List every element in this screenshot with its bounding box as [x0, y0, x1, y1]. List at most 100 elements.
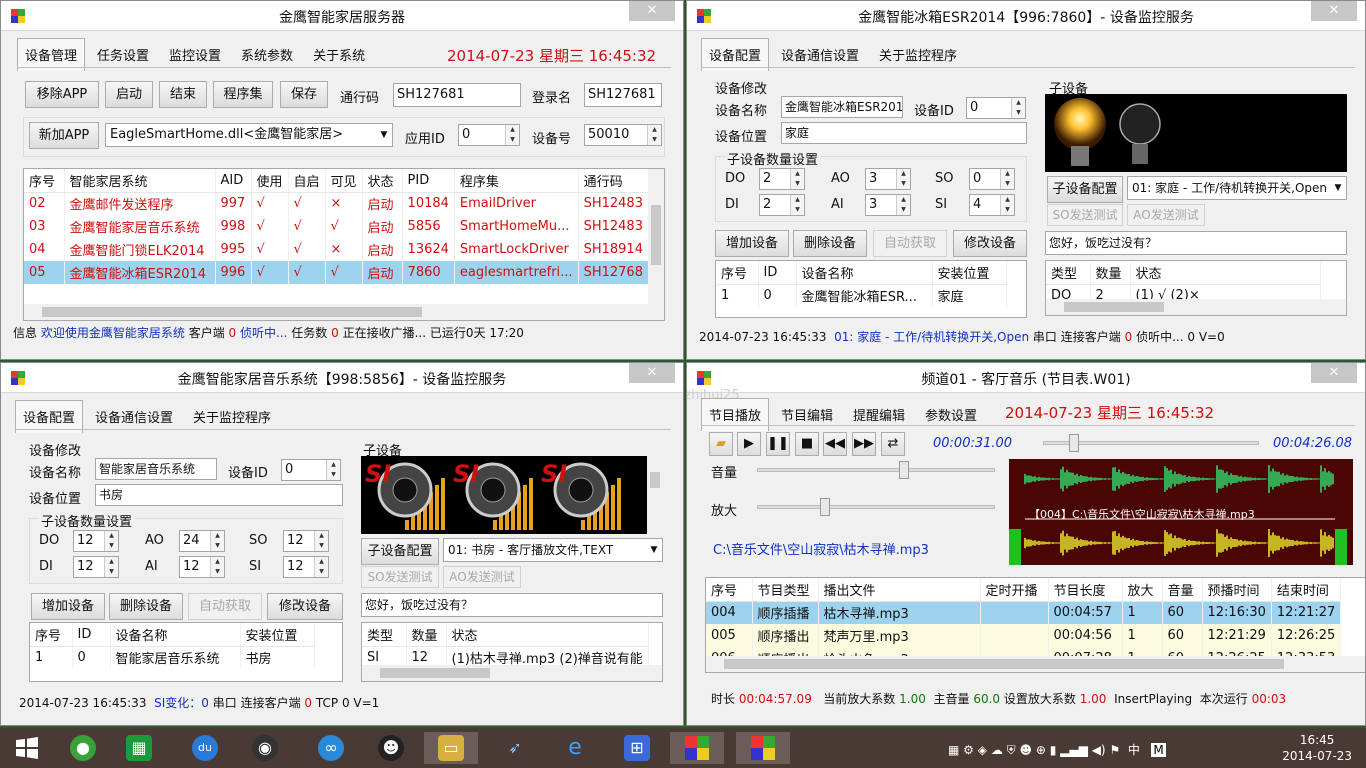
- stepper-arrows-icon[interactable]: ▲ ▼: [505, 125, 519, 145]
- column-header[interactable]: 定时开播: [980, 578, 1049, 602]
- taskbar-app-baidu[interactable]: du: [178, 732, 232, 764]
- scroll-thumb[interactable]: [651, 205, 661, 265]
- tray-flag-icon[interactable]: ⚑: [1109, 743, 1120, 757]
- taskbar-app-cloud[interactable]: ∞: [304, 732, 358, 764]
- column-header[interactable]: 安装位置: [240, 623, 315, 647]
- column-header[interactable]: 序号: [30, 623, 73, 647]
- sub-device-config-button[interactable]: 子设备配置: [361, 538, 439, 565]
- column-header[interactable]: 节目长度: [1048, 578, 1123, 602]
- tray-app-icon[interactable]: ▦: [948, 743, 959, 757]
- device-no-stepper[interactable]: 50010 ▲ ▼: [584, 124, 662, 146]
- tray-volume-icon[interactable]: ◀): [1092, 743, 1106, 757]
- tray-penguin-icon[interactable]: ☻: [1020, 743, 1033, 757]
- tab-reminder-edit[interactable]: 提醒编辑: [845, 398, 913, 431]
- play-button[interactable]: ▶: [737, 432, 761, 456]
- stop-button[interactable]: 结束: [159, 81, 207, 108]
- vertical-scrollbar[interactable]: [647, 456, 663, 534]
- horizontal-scrollbar[interactable]: [1046, 299, 1346, 315]
- column-header[interactable]: 通行码: [578, 169, 649, 193]
- table-row[interactable]: 04 金鹰智能门锁ELK2014 995 √ √ × 启动 13624 SmartLockDri…: [24, 238, 649, 261]
- column-header[interactable]: 设备名称: [110, 623, 241, 647]
- progress-thumb[interactable]: [1069, 434, 1079, 452]
- column-header[interactable]: 预播时间: [1202, 578, 1272, 602]
- repeat-button[interactable]: ⇄: [881, 432, 905, 456]
- column-header[interactable]: 智能家居系统: [64, 169, 216, 193]
- close-button[interactable]: ✕: [629, 1, 675, 21]
- vertical-scrollbar[interactable]: [648, 169, 664, 305]
- delete-device-button[interactable]: 删除设备: [109, 593, 183, 620]
- stepper-arrows-icon[interactable]: ▲ ▼: [326, 460, 340, 480]
- column-header[interactable]: AID: [215, 169, 252, 193]
- taskbar-app-network[interactable]: ⊞: [610, 732, 664, 764]
- so-test-button[interactable]: SO发送测试: [1047, 204, 1123, 226]
- column-header[interactable]: ID: [72, 623, 111, 647]
- stepper-arrows-icon[interactable]: ▲ ▼: [104, 557, 118, 577]
- stepper-arrows-icon[interactable]: ▲ ▼: [790, 195, 804, 215]
- column-header[interactable]: 状态: [362, 169, 403, 193]
- close-button[interactable]: ✕: [629, 363, 675, 383]
- column-header[interactable]: 安装位置: [932, 261, 1007, 285]
- column-header[interactable]: 程序集: [454, 169, 579, 193]
- table-row[interactable]: 1 0 金鹰智能冰箱ESR... 家庭: [716, 284, 1007, 307]
- stepper-arrows-icon[interactable]: ▲ ▼: [896, 169, 910, 189]
- amp-slider[interactable]: [757, 498, 995, 516]
- pause-button[interactable]: ❚❚: [766, 432, 790, 456]
- tab-program-edit[interactable]: 节目编辑: [773, 398, 841, 431]
- dll-select[interactable]: EagleSmartHome.dll<金鹰智能家居> ▼: [105, 123, 393, 147]
- horizontal-scrollbar[interactable]: [24, 304, 664, 320]
- count-stepper-ao[interactable]: 3 ▲ ▼: [865, 168, 911, 190]
- count-stepper-di[interactable]: 2 ▲ ▼: [759, 194, 805, 216]
- add-device-button[interactable]: 增加设备: [31, 593, 105, 620]
- column-header[interactable]: 自启: [288, 169, 326, 193]
- column-header[interactable]: 类型: [1046, 261, 1091, 285]
- device-id-stepper[interactable]: 0 ▲ ▼: [281, 459, 341, 481]
- column-header[interactable]: 类型: [362, 623, 407, 647]
- count-stepper-ai[interactable]: 12 ▲ ▼: [179, 556, 225, 578]
- taskbar-app-store[interactable]: ▦: [112, 732, 166, 764]
- column-header[interactable]: ID: [758, 261, 797, 285]
- count-stepper-di[interactable]: 12 ▲ ▼: [73, 556, 119, 578]
- count-stepper-so[interactable]: 0 ▲ ▼: [969, 168, 1015, 190]
- table-row[interactable]: 02 金鹰邮件发送程序 997 √ √ × 启动 10184 EmailDriver SH1248…: [24, 192, 649, 215]
- tray-app-icon[interactable]: ◈: [978, 743, 987, 757]
- horizontal-scrollbar[interactable]: [362, 665, 662, 681]
- column-header[interactable]: 序号: [706, 578, 753, 602]
- progress-track[interactable]: [1043, 434, 1259, 452]
- login-input[interactable]: SH127681: [584, 83, 662, 107]
- fast-forward-button[interactable]: ▶▶: [852, 432, 876, 456]
- location-input[interactable]: 书房: [95, 484, 343, 506]
- column-header[interactable]: 设备名称: [796, 261, 933, 285]
- table-row-selected[interactable]: 05 金鹰智能冰箱ESR2014 996 √ √ √ 启动 7860 eaglesmartref…: [24, 261, 649, 284]
- stepper-arrows-icon[interactable]: ▲ ▼: [647, 125, 661, 145]
- add-app-button[interactable]: 新加APP: [29, 122, 99, 149]
- stepper-arrows-icon[interactable]: ▲ ▼: [210, 531, 224, 551]
- count-stepper-so[interactable]: 12 ▲ ▼: [283, 530, 329, 552]
- message-input[interactable]: 您好，饭吃过没有？: [361, 593, 663, 617]
- column-header[interactable]: PID: [402, 169, 455, 193]
- stepper-arrows-icon[interactable]: ▲ ▼: [104, 531, 118, 551]
- app-id-stepper[interactable]: 0 ▲ ▼: [458, 124, 520, 146]
- table-row[interactable]: 1 0 智能家居音乐系统 书房: [30, 646, 315, 669]
- stop-button[interactable]: ■: [795, 432, 819, 456]
- column-header[interactable]: 状态: [446, 623, 649, 647]
- scroll-thumb[interactable]: [1064, 302, 1164, 312]
- ime-mode[interactable]: M: [1151, 743, 1166, 757]
- tray-signal-icon[interactable]: ▂▄▆: [1060, 743, 1088, 757]
- tray-app-icon[interactable]: ⚙: [963, 743, 974, 757]
- column-header[interactable]: 数量: [1090, 261, 1131, 285]
- scroll-thumb[interactable]: [380, 668, 490, 678]
- modify-device-button[interactable]: 修改设备: [953, 230, 1027, 257]
- column-header[interactable]: 序号: [716, 261, 759, 285]
- sub-device-config-button[interactable]: 子设备配置: [1047, 176, 1123, 203]
- message-input[interactable]: 您好，饭吃过没有？: [1045, 231, 1347, 255]
- taskbar-clock[interactable]: 16:45 2014-07-23: [1282, 732, 1352, 764]
- table-row[interactable]: 005 顺序播出 梵声万里.mp3 00:04:56 1 60 12:21:29 12:26:…: [706, 624, 1342, 647]
- stepper-arrows-icon[interactable]: ▲ ▼: [1011, 98, 1025, 118]
- stepper-arrows-icon[interactable]: ▲ ▼: [790, 169, 804, 189]
- scroll-thumb[interactable]: [650, 472, 660, 488]
- count-stepper-do[interactable]: 2 ▲ ▼: [759, 168, 805, 190]
- table-row-selected[interactable]: 004 顺序插播 枯木寻禅.mp3 00:04:57 1 60 12:16:30 12:21…: [706, 601, 1342, 624]
- column-header[interactable]: 音量: [1162, 578, 1203, 602]
- column-header[interactable]: 使用: [251, 169, 289, 193]
- horizontal-scrollbar[interactable]: [706, 656, 1365, 672]
